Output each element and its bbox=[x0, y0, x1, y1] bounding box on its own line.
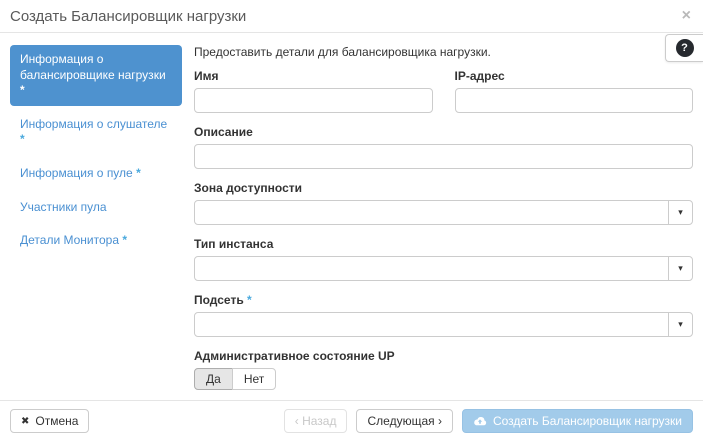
question-mark-icon: ? bbox=[676, 39, 694, 57]
modal-header: Создать Балансировщик нагрузки × bbox=[0, 0, 703, 33]
form-intro-text: Предоставить детали для балансировщика н… bbox=[194, 45, 693, 59]
admin-state-label: Административное состояние UP bbox=[194, 349, 693, 363]
load-balancer-form: Предоставить детали для балансировщика н… bbox=[194, 45, 693, 400]
required-marker: * bbox=[122, 233, 127, 247]
subnet-field-group: Подсеть * ▾ bbox=[194, 293, 693, 337]
tab-pool-info[interactable]: Информация о пуле * bbox=[10, 159, 182, 189]
tab-monitor-details[interactable]: Детали Монитора * bbox=[10, 226, 182, 256]
subnet-label: Подсеть * bbox=[194, 293, 693, 307]
admin-state-toggle: Да Нет bbox=[194, 368, 276, 390]
tab-load-balancer-info[interactable]: Информация о балансировщике нагрузки * bbox=[10, 45, 182, 106]
wizard-nav-buttons: ‹ Назад Следующая › Создать Балансировщи… bbox=[284, 409, 693, 433]
description-field-group: Описание bbox=[194, 125, 693, 169]
admin-state-field-group: Административное состояние UP Да Нет bbox=[194, 349, 693, 390]
chevron-down-icon[interactable]: ▾ bbox=[668, 313, 692, 336]
name-label: Имя bbox=[194, 69, 433, 83]
cloud-upload-icon bbox=[473, 416, 487, 426]
ip-address-field-group: IP-адрес bbox=[455, 69, 694, 113]
required-marker: * bbox=[20, 132, 25, 146]
availability-zone-field-group: Зона доступности ▾ bbox=[194, 181, 693, 225]
required-marker: * bbox=[20, 83, 25, 97]
description-label: Описание bbox=[194, 125, 693, 139]
cancel-label: Отмена bbox=[35, 414, 78, 428]
tab-label: Информация о пуле bbox=[20, 166, 133, 180]
tab-label: Участники пула bbox=[20, 200, 107, 214]
ip-address-label: IP-адрес bbox=[455, 69, 694, 83]
availability-zone-select[interactable]: ▾ bbox=[194, 200, 693, 225]
ip-address-input[interactable] bbox=[455, 88, 694, 113]
submit-label: Создать Балансировщик нагрузки bbox=[493, 414, 682, 428]
tab-label: Информация о слушателе bbox=[20, 117, 167, 131]
cancel-button[interactable]: ✖ Отмена bbox=[10, 409, 89, 433]
create-load-balancer-modal: Создать Балансировщик нагрузки × ? Инфор… bbox=[0, 0, 703, 441]
chevron-down-icon[interactable]: ▾ bbox=[668, 201, 692, 224]
instance-type-input[interactable] bbox=[195, 257, 668, 280]
description-input[interactable] bbox=[194, 144, 693, 169]
required-marker: * bbox=[136, 166, 141, 180]
instance-type-label: Тип инстанса bbox=[194, 237, 693, 251]
tab-pool-members[interactable]: Участники пула bbox=[10, 193, 182, 223]
admin-state-no-button[interactable]: Нет bbox=[232, 368, 276, 390]
x-icon: ✖ bbox=[21, 416, 29, 427]
next-button[interactable]: Следующая › bbox=[356, 409, 452, 433]
tab-label: Информация о балансировщике нагрузки bbox=[20, 52, 166, 82]
availability-zone-label: Зона доступности bbox=[194, 181, 693, 195]
tab-listener-info[interactable]: Информация о слушателе * bbox=[10, 110, 182, 155]
instance-type-field-group: Тип инстанса ▾ bbox=[194, 237, 693, 281]
name-input[interactable] bbox=[194, 88, 433, 113]
subnet-select[interactable]: ▾ bbox=[194, 312, 693, 337]
close-icon[interactable]: × bbox=[682, 8, 691, 24]
name-field-group: Имя bbox=[194, 69, 433, 113]
modal-footer: ✖ Отмена ‹ Назад Следующая › Создать Бал… bbox=[0, 400, 703, 441]
wizard-step-list: Информация о балансировщике нагрузки * И… bbox=[10, 45, 182, 400]
tab-label: Детали Монитора bbox=[20, 233, 119, 247]
admin-state-yes-button[interactable]: Да bbox=[194, 368, 233, 390]
subnet-input[interactable] bbox=[195, 313, 668, 336]
submit-button[interactable]: Создать Балансировщик нагрузки bbox=[462, 409, 693, 433]
chevron-down-icon[interactable]: ▾ bbox=[668, 257, 692, 280]
modal-title: Создать Балансировщик нагрузки bbox=[10, 8, 246, 25]
back-button[interactable]: ‹ Назад bbox=[284, 409, 348, 433]
availability-zone-input[interactable] bbox=[195, 201, 668, 224]
instance-type-select[interactable]: ▾ bbox=[194, 256, 693, 281]
modal-body: ? Информация о балансировщике нагрузки *… bbox=[0, 33, 703, 400]
help-button[interactable]: ? bbox=[665, 34, 703, 62]
required-marker: * bbox=[247, 293, 252, 307]
